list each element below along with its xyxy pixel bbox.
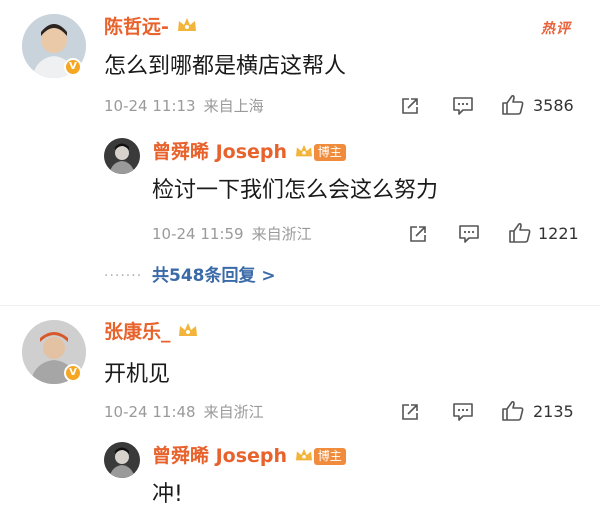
comment-location: 来自浙江 — [203, 403, 264, 421]
crown-badge-icon — [294, 445, 314, 469]
comment-meta: 10-24 11:48 来自浙江 — [104, 402, 264, 422]
comment-author-name[interactable]: 张康乐_ — [104, 320, 199, 345]
reply-meta: 10-24 11:59 来自浙江 — [152, 224, 312, 244]
like-icon[interactable] — [501, 94, 525, 116]
thread-dots: ······· — [104, 268, 143, 284]
comment-text: 怎么到哪都是横店这帮人 — [104, 54, 347, 79]
avatar[interactable] — [104, 442, 140, 478]
comment-location: 来自上海 — [203, 97, 264, 115]
comment-author-name[interactable]: 陈哲远- — [104, 15, 198, 40]
comment-date: 10-24 11:48 — [104, 403, 196, 421]
avatar[interactable] — [104, 138, 140, 174]
reply-text: 冲! — [152, 482, 183, 507]
comment-date: 10-24 11:13 — [104, 97, 196, 115]
crown-badge-icon — [177, 321, 199, 345]
crown-badge-icon — [176, 16, 198, 40]
view-more-replies-link[interactable]: 共548条回复 > — [152, 265, 276, 287]
comment-icon[interactable] — [452, 402, 474, 422]
like-icon[interactable] — [501, 400, 525, 422]
comment-icon[interactable] — [458, 224, 480, 244]
share-icon[interactable] — [408, 224, 428, 244]
author-badge: 博主 — [313, 144, 346, 161]
comment-text: 开机见 — [104, 362, 171, 387]
comment-icon[interactable] — [452, 96, 474, 116]
reply-text: 检讨一下我们怎么会这么努力 — [152, 178, 439, 203]
reply-date: 10-24 11:59 — [152, 225, 244, 243]
hot-comment-tag: 热评 — [541, 21, 571, 37]
author-badge: 博主 — [313, 448, 346, 465]
like-count: 2135 — [533, 402, 574, 421]
verified-badge-icon: V — [64, 364, 82, 382]
reply-author-name[interactable]: 曾舜晞 Joseph 博主 — [152, 140, 346, 165]
reply-location: 来自浙江 — [251, 225, 312, 243]
like-count: 3586 — [533, 96, 574, 115]
comment-meta: 10-24 11:13 来自上海 — [104, 96, 264, 116]
divider — [0, 305, 600, 306]
share-icon[interactable] — [400, 402, 420, 422]
crown-badge-icon — [294, 141, 314, 165]
share-icon[interactable] — [400, 96, 420, 116]
reply-author-name[interactable]: 曾舜晞 Joseph 博主 — [152, 444, 346, 469]
like-count: 1221 — [538, 224, 579, 243]
like-icon[interactable] — [508, 222, 532, 244]
verified-badge-icon: V — [64, 58, 82, 76]
